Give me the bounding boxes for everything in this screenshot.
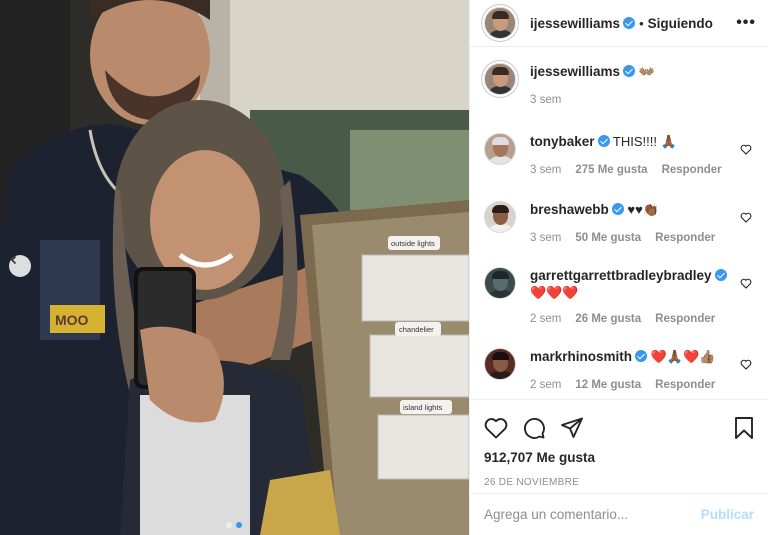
carousel-prev-button[interactable] — [9, 255, 31, 277]
carousel-dot — [226, 522, 232, 528]
publish-button[interactable]: Publicar — [701, 507, 754, 522]
comment-username[interactable]: markrhinosmith — [530, 349, 632, 364]
comment-text: ❤️❤️❤️ — [530, 285, 579, 301]
comment-likes[interactable]: 26 Me gusta — [575, 311, 641, 328]
comment-likes[interactable]: 12 Me gusta — [575, 377, 641, 394]
tshirt-text: MOO — [55, 312, 89, 328]
verified-badge-icon — [597, 135, 610, 148]
comment-text: THIS!!!! 🙏🏾 — [612, 134, 677, 150]
heart-icon[interactable] — [740, 278, 752, 290]
reply-button[interactable]: Responder — [655, 377, 715, 394]
verified-badge-icon — [623, 17, 636, 30]
avatar[interactable] — [484, 201, 516, 234]
comment-username[interactable]: breshawebb — [530, 202, 609, 217]
verified-badge-icon — [623, 65, 636, 78]
bookmark-icon — [735, 416, 753, 439]
likes-count[interactable]: 912,707 Me gusta — [484, 450, 754, 465]
caption-username[interactable]: ijessewilliams — [530, 64, 620, 79]
comments-list[interactable]: ijessewilliams 👐🏽 3 sem tonybaker THIS!!… — [470, 47, 768, 398]
share-icon — [561, 417, 583, 438]
post-photo[interactable]: MOO outside lights chandelier island lig… — [0, 0, 469, 535]
verified-badge-icon — [714, 269, 727, 282]
comment-item: tonybaker THIS!!!! 🙏🏾 3 sem 275 Me gusta… — [484, 133, 754, 179]
carousel-dot-active — [236, 522, 242, 528]
comment-time[interactable]: 2 sem — [530, 377, 561, 394]
save-button[interactable] — [734, 416, 754, 440]
sign-chandelier: chandelier — [399, 325, 434, 334]
reply-button[interactable]: Responder — [662, 162, 722, 179]
post-date[interactable]: 26 DE NOVIEMBRE — [484, 477, 754, 488]
avatar[interactable] — [484, 63, 516, 96]
comment-input[interactable] — [484, 506, 701, 522]
sign-outside-lights: outside lights — [391, 239, 435, 248]
post-side-panel: ijessewilliams • Siguiendo ••• ijessewil… — [469, 0, 768, 535]
caption-text: 👐🏽 — [638, 64, 655, 80]
add-comment-bar: Publicar — [470, 492, 768, 535]
comment-username[interactable]: tonybaker — [530, 134, 595, 149]
verified-badge-icon — [635, 350, 648, 363]
more-options-icon[interactable]: ••• — [736, 14, 756, 32]
heart-icon — [484, 417, 508, 439]
instagram-post-view: MOO outside lights chandelier island lig… — [0, 0, 768, 535]
sign-island-lights: island lights — [403, 403, 442, 412]
photo-illustration: MOO outside lights chandelier island lig… — [0, 0, 469, 535]
caption-time[interactable]: 3 sem — [530, 92, 561, 109]
comment-text: ♥♥👏🏾 — [627, 202, 660, 218]
share-button[interactable] — [560, 416, 584, 440]
avatar[interactable] — [484, 7, 516, 40]
comment-time[interactable]: 3 sem — [530, 162, 561, 179]
header-username[interactable]: ijessewilliams — [530, 16, 620, 31]
heart-icon[interactable] — [740, 144, 752, 156]
comment-item: garrettgarrettbradleybradley ❤️❤️❤️ 2 se… — [484, 267, 754, 328]
comment-time[interactable]: 3 sem — [530, 230, 561, 247]
separator: • — [639, 15, 644, 31]
avatar[interactable] — [484, 133, 516, 166]
chevron-left-icon — [10, 255, 17, 265]
avatar[interactable] — [484, 267, 516, 300]
reply-button[interactable]: Responder — [655, 311, 715, 328]
carousel-indicator — [226, 522, 242, 528]
caption: ijessewilliams 👐🏽 3 sem — [484, 63, 754, 109]
comment-icon — [524, 417, 545, 439]
following-button[interactable]: Siguiendo — [648, 16, 713, 31]
avatar[interactable] — [484, 348, 516, 381]
post-header: ijessewilliams • Siguiendo ••• — [470, 0, 768, 48]
comment-username[interactable]: garrettgarrettbradleybradley — [530, 268, 712, 283]
like-button[interactable] — [484, 417, 508, 439]
comment-item: breshawebb ♥♥👏🏾 3 sem 50 Me gusta Respon… — [484, 201, 754, 247]
heart-icon[interactable] — [740, 359, 752, 371]
reply-button[interactable]: Responder — [655, 230, 715, 247]
post-actions: 912,707 Me gusta 26 DE NOVIEMBRE — [470, 398, 768, 493]
comment-button[interactable] — [522, 416, 546, 440]
comment-time[interactable]: 2 sem — [530, 311, 561, 328]
comment-item: markrhinosmith ❤️🙏🏾❤️👍🏽 2 sem 12 Me gust… — [484, 348, 754, 394]
comment-text: ❤️🙏🏾❤️👍🏽 — [650, 349, 716, 365]
heart-icon[interactable] — [740, 212, 752, 224]
verified-badge-icon — [611, 203, 624, 216]
comment-likes[interactable]: 275 Me gusta — [575, 162, 647, 179]
action-icons-row — [484, 408, 754, 448]
comment-likes[interactable]: 50 Me gusta — [575, 230, 641, 247]
